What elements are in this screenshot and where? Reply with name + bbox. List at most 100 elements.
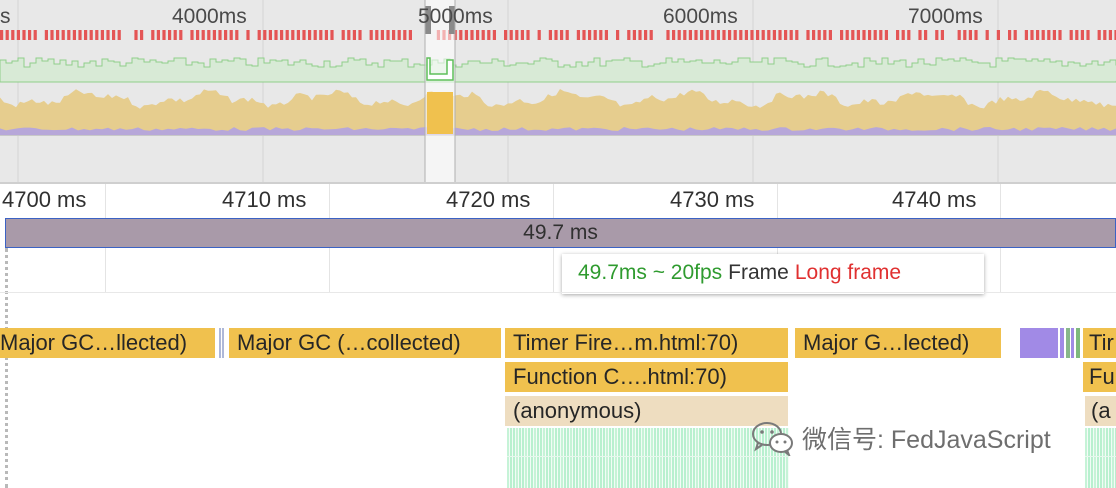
script-evaluation-blocks[interactable] [1085,428,1116,488]
script-block[interactable] [528,428,531,488]
script-block[interactable] [645,428,648,488]
script-block[interactable] [543,428,546,488]
script-block[interactable] [600,428,603,488]
script-block[interactable] [525,428,528,488]
event-major-gc[interactable]: Major GC (…collected) [229,328,501,358]
script-block[interactable] [582,428,585,488]
script-block[interactable] [702,428,705,488]
script-block[interactable] [519,428,522,488]
script-block[interactable] [552,428,555,488]
timeline-overview[interactable]: s 4000ms 5000ms 6000ms 7000ms [0,0,1116,182]
script-block[interactable] [690,428,693,488]
script-block[interactable] [594,428,597,488]
script-block[interactable] [678,428,681,488]
script-block[interactable] [720,428,723,488]
script-block[interactable] [708,428,711,488]
event-mini[interactable] [1076,328,1080,358]
script-block[interactable] [606,428,609,488]
script-block[interactable] [576,428,579,488]
script-block[interactable] [624,428,627,488]
script-block[interactable] [666,428,669,488]
frame-bar[interactable]: 49.7 ms [5,218,1116,248]
script-block[interactable] [573,428,576,488]
event-function-call[interactable]: Function C….html:70) [505,362,788,392]
script-block[interactable] [597,428,600,488]
event-mini[interactable] [222,328,224,358]
script-block[interactable] [1085,428,1088,488]
event-function-call[interactable]: Fu [1083,362,1116,392]
script-block[interactable] [741,428,744,488]
script-block[interactable] [669,428,672,488]
event-mini[interactable] [219,328,221,358]
script-block[interactable] [744,428,747,488]
script-block[interactable] [747,428,750,488]
script-block[interactable] [534,428,537,488]
script-block[interactable] [714,428,717,488]
script-block[interactable] [558,428,561,488]
script-block[interactable] [681,428,684,488]
event-gc-block[interactable] [1020,328,1058,358]
script-block[interactable] [513,428,516,488]
script-block[interactable] [648,428,651,488]
script-block[interactable] [642,428,645,488]
script-block[interactable] [540,428,543,488]
script-block[interactable] [579,428,582,488]
script-block[interactable] [609,428,612,488]
script-block[interactable] [531,428,534,488]
script-block[interactable] [663,428,666,488]
script-block[interactable] [633,428,636,488]
script-block[interactable] [564,428,567,488]
script-block[interactable] [705,428,708,488]
event-major-gc[interactable]: Major G…lected) [795,328,1001,358]
script-block[interactable] [630,428,633,488]
script-evaluation-blocks[interactable] [507,428,789,488]
script-block[interactable] [696,428,699,488]
script-block[interactable] [654,428,657,488]
script-block[interactable] [1088,428,1091,488]
event-anonymous[interactable]: (a [1085,396,1116,426]
script-block[interactable] [699,428,702,488]
event-timer-fired[interactable]: Timer Fire…m.html:70) [505,328,788,358]
script-block[interactable] [711,428,714,488]
script-block[interactable] [1103,428,1106,488]
script-block[interactable] [675,428,678,488]
script-block[interactable] [621,428,624,488]
script-block[interactable] [687,428,690,488]
script-block[interactable] [615,428,618,488]
script-block[interactable] [507,428,510,488]
script-block[interactable] [549,428,552,488]
script-block[interactable] [588,428,591,488]
script-block[interactable] [1094,428,1097,488]
script-block[interactable] [555,428,558,488]
script-block[interactable] [522,428,525,488]
script-block[interactable] [735,428,738,488]
script-block[interactable] [1091,428,1094,488]
script-block[interactable] [603,428,606,488]
script-block[interactable] [723,428,726,488]
script-block[interactable] [510,428,513,488]
script-block[interactable] [585,428,588,488]
script-block[interactable] [672,428,675,488]
script-block[interactable] [627,428,630,488]
script-block[interactable] [546,428,549,488]
script-block[interactable] [729,428,732,488]
script-block[interactable] [684,428,687,488]
event-major-gc[interactable]: Major GC…llected) [0,328,215,358]
script-block[interactable] [660,428,663,488]
event-mini[interactable] [1071,328,1074,358]
script-block[interactable] [618,428,621,488]
script-block[interactable] [1112,428,1115,488]
script-block[interactable] [570,428,573,488]
script-block[interactable] [651,428,654,488]
script-block[interactable] [726,428,729,488]
script-block[interactable] [636,428,639,488]
script-block[interactable] [738,428,741,488]
script-block[interactable] [612,428,615,488]
script-block[interactable] [1106,428,1109,488]
script-block[interactable] [561,428,564,488]
script-block[interactable] [657,428,660,488]
event-anonymous[interactable]: (anonymous) [505,396,788,426]
event-mini[interactable] [1066,328,1070,358]
event-timer-fired[interactable]: Tir [1083,328,1116,358]
script-block[interactable] [537,428,540,488]
